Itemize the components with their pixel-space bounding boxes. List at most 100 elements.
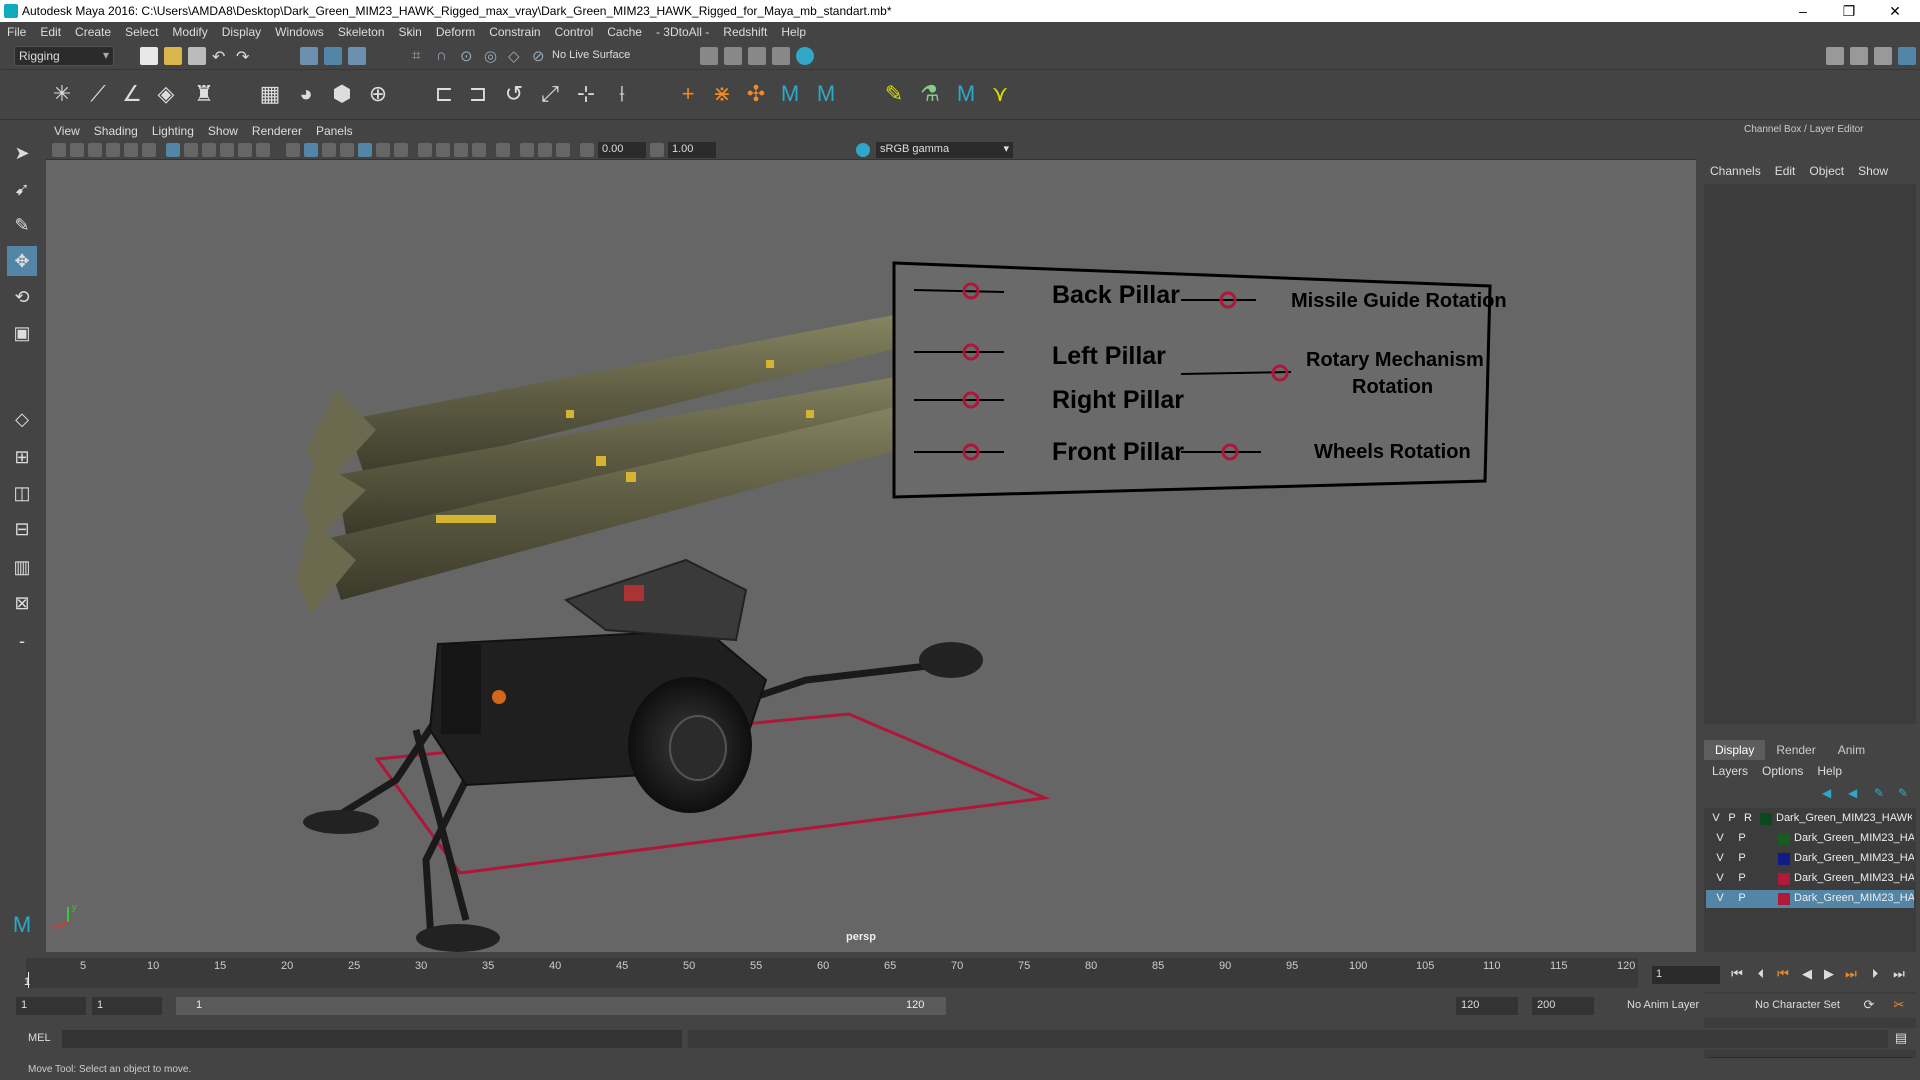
anim-layer-dropdown[interactable]: No Anim Layer [1622,997,1740,1015]
bind-skin-icon[interactable]: ▦ [256,80,284,108]
go-to-end-icon[interactable]: ⏭ [1890,966,1908,984]
modeling-toolkit-icon[interactable] [1826,47,1844,65]
new-empty-layer-icon[interactable]: ✎ [1874,786,1888,800]
move-layer-up-icon[interactable]: ◀ [1822,786,1836,800]
shadows-icon[interactable] [394,143,408,157]
insert-joint-icon[interactable]: ◈ [152,80,180,108]
layer-row[interactable]: V P Dark_Green_MIM23_HAWK_Bones [1706,870,1914,888]
layer-visibility-toggle[interactable]: V [1710,812,1722,824]
lattice-icon[interactable]: ⬢ [328,80,356,108]
tab-anim[interactable]: Anim [1827,740,1876,760]
textured-icon[interactable] [358,143,372,157]
anim-preferences-icon[interactable]: ✂ [1890,997,1908,1015]
time-slider-track[interactable]: 1 5 10 15 20 25 30 35 40 45 50 55 60 65 … [24,958,1638,988]
xray-components-icon[interactable] [556,143,570,157]
use-all-lights-icon[interactable] [376,143,390,157]
menu-create[interactable]: Create [75,25,111,39]
grid-icon[interactable] [166,143,180,157]
view-transform-dropdown[interactable]: sRGB gamma [876,142,1013,158]
layer-color-swatch[interactable] [1760,813,1772,825]
make-live-icon[interactable]: ⊘ [532,47,550,65]
bookmarks-icon[interactable] [88,143,102,157]
locator-icon[interactable]: + [674,80,702,108]
move-layer-down-icon[interactable]: ◀ [1848,786,1862,800]
exposure-icon[interactable] [580,143,594,157]
step-forward-key-icon[interactable]: ⏭ [1842,966,1860,984]
layer-playback-toggle[interactable]: P [1736,872,1748,884]
xray-joints-icon[interactable] [538,143,552,157]
layer-row[interactable]: V P Dark_Green_MIM23_HAWK_Controllers [1706,830,1914,848]
close-button[interactable]: ✕ [1872,0,1918,22]
panel-menu-renderer[interactable]: Renderer [252,124,302,138]
menu-edit[interactable]: Edit [40,25,61,39]
menu-skin[interactable]: Skin [399,25,422,39]
smooth-shade-icon[interactable] [304,143,318,157]
four-pane-layout-icon[interactable]: ⊞ [7,442,37,472]
render-frame-icon[interactable] [700,47,718,65]
layout-more-icon[interactable]: - [7,626,37,656]
gamma-icon[interactable] [650,143,664,157]
select-component-icon[interactable] [348,47,366,65]
live-surface-field[interactable]: No Live Surface [552,47,652,65]
two-pane-side-icon[interactable]: ◫ [7,478,37,508]
rotate-tool-icon[interactable]: ⟲ [7,282,37,312]
menu-windows[interactable]: Windows [275,25,324,39]
render-settings-icon[interactable] [772,47,790,65]
aim-constraint-icon[interactable]: ⊹ [572,80,600,108]
cb-menu-channels[interactable]: Channels [1710,164,1761,178]
layer-row[interactable]: V P R Dark_Green_MIM23_HAWK [1706,810,1914,828]
render-view-icon[interactable] [724,47,742,65]
play-forwards-icon[interactable]: ▶ [1820,966,1838,984]
select-hierarchy-icon[interactable] [300,47,318,65]
attribute-editor-icon[interactable] [1850,47,1868,65]
maya-shelf-icon-2[interactable]: M [812,80,840,108]
menu-display[interactable]: Display [222,25,261,39]
menu-redshift[interactable]: Redshift [723,25,767,39]
cb-menu-edit[interactable]: Edit [1775,164,1796,178]
layer-color-swatch[interactable] [1778,893,1790,905]
layer-row-selected[interactable]: V P Dark_Green_MIM23_HAWK_Rig [1706,890,1914,908]
snap-projected-icon[interactable]: ◎ [484,47,502,65]
minimize-button[interactable]: – [1780,0,1826,22]
scale-tool-icon[interactable]: ▣ [7,318,37,348]
anti-aliasing-icon[interactable] [454,143,468,157]
channel-box-panel[interactable] [1704,184,1916,724]
restore-button[interactable]: ❐ [1826,0,1872,22]
layer-color-swatch[interactable] [1778,833,1790,845]
hypershade-icon[interactable] [796,47,814,65]
gamma-field[interactable]: 1.00 [668,142,716,158]
menu-skeleton[interactable]: Skeleton [338,25,385,39]
wireframe-on-shaded-icon[interactable] [340,143,354,157]
lock-attributes-icon[interactable]: ✎ [880,80,908,108]
connection-editor-icon[interactable]: ⋎ [986,80,1014,108]
pole-vector-icon[interactable]: ⟊ [608,80,636,108]
go-to-start-icon[interactable]: ⏮ [1728,966,1746,984]
component-editor-icon[interactable]: ⚗ [916,80,944,108]
tool-settings-icon[interactable] [1874,47,1892,65]
paint-select-icon[interactable]: ✎ [7,210,37,240]
step-back-frame-icon[interactable]: ⏴ [1752,966,1770,984]
save-scene-icon[interactable] [188,47,206,65]
tab-render[interactable]: Render [1765,740,1826,760]
screen-space-ao-icon[interactable] [418,143,432,157]
layer-menu-help[interactable]: Help [1817,764,1842,778]
cb-menu-show[interactable]: Show [1858,164,1888,178]
safe-action-icon[interactable] [256,143,270,157]
new-layer-selected-icon[interactable]: ✎ [1898,786,1912,800]
layer-playback-toggle[interactable]: P [1736,892,1748,904]
current-frame-field[interactable]: 1 [1652,966,1720,984]
persp-outliner-icon[interactable]: ▥ [7,552,37,582]
snap-curve-icon[interactable]: ∩ [436,47,454,65]
move-tool-icon[interactable]: ✥ [7,246,37,276]
snap-point-icon[interactable]: ⊙ [460,47,478,65]
camera-attributes-icon[interactable] [70,143,84,157]
undo-icon[interactable]: ↶ [212,47,230,66]
mel-label[interactable]: MEL [28,1032,51,1044]
default-material-icon[interactable] [322,143,336,157]
panel-menu-panels[interactable]: Panels [316,124,353,138]
ik-handle-icon[interactable]: ⟋ [84,80,112,108]
layer-playback-toggle[interactable]: P [1726,812,1738,824]
maya-shelf-icon-3[interactable]: M [952,80,980,108]
layer-playback-toggle[interactable]: P [1736,832,1748,844]
grease-pencil-icon[interactable] [142,143,156,157]
